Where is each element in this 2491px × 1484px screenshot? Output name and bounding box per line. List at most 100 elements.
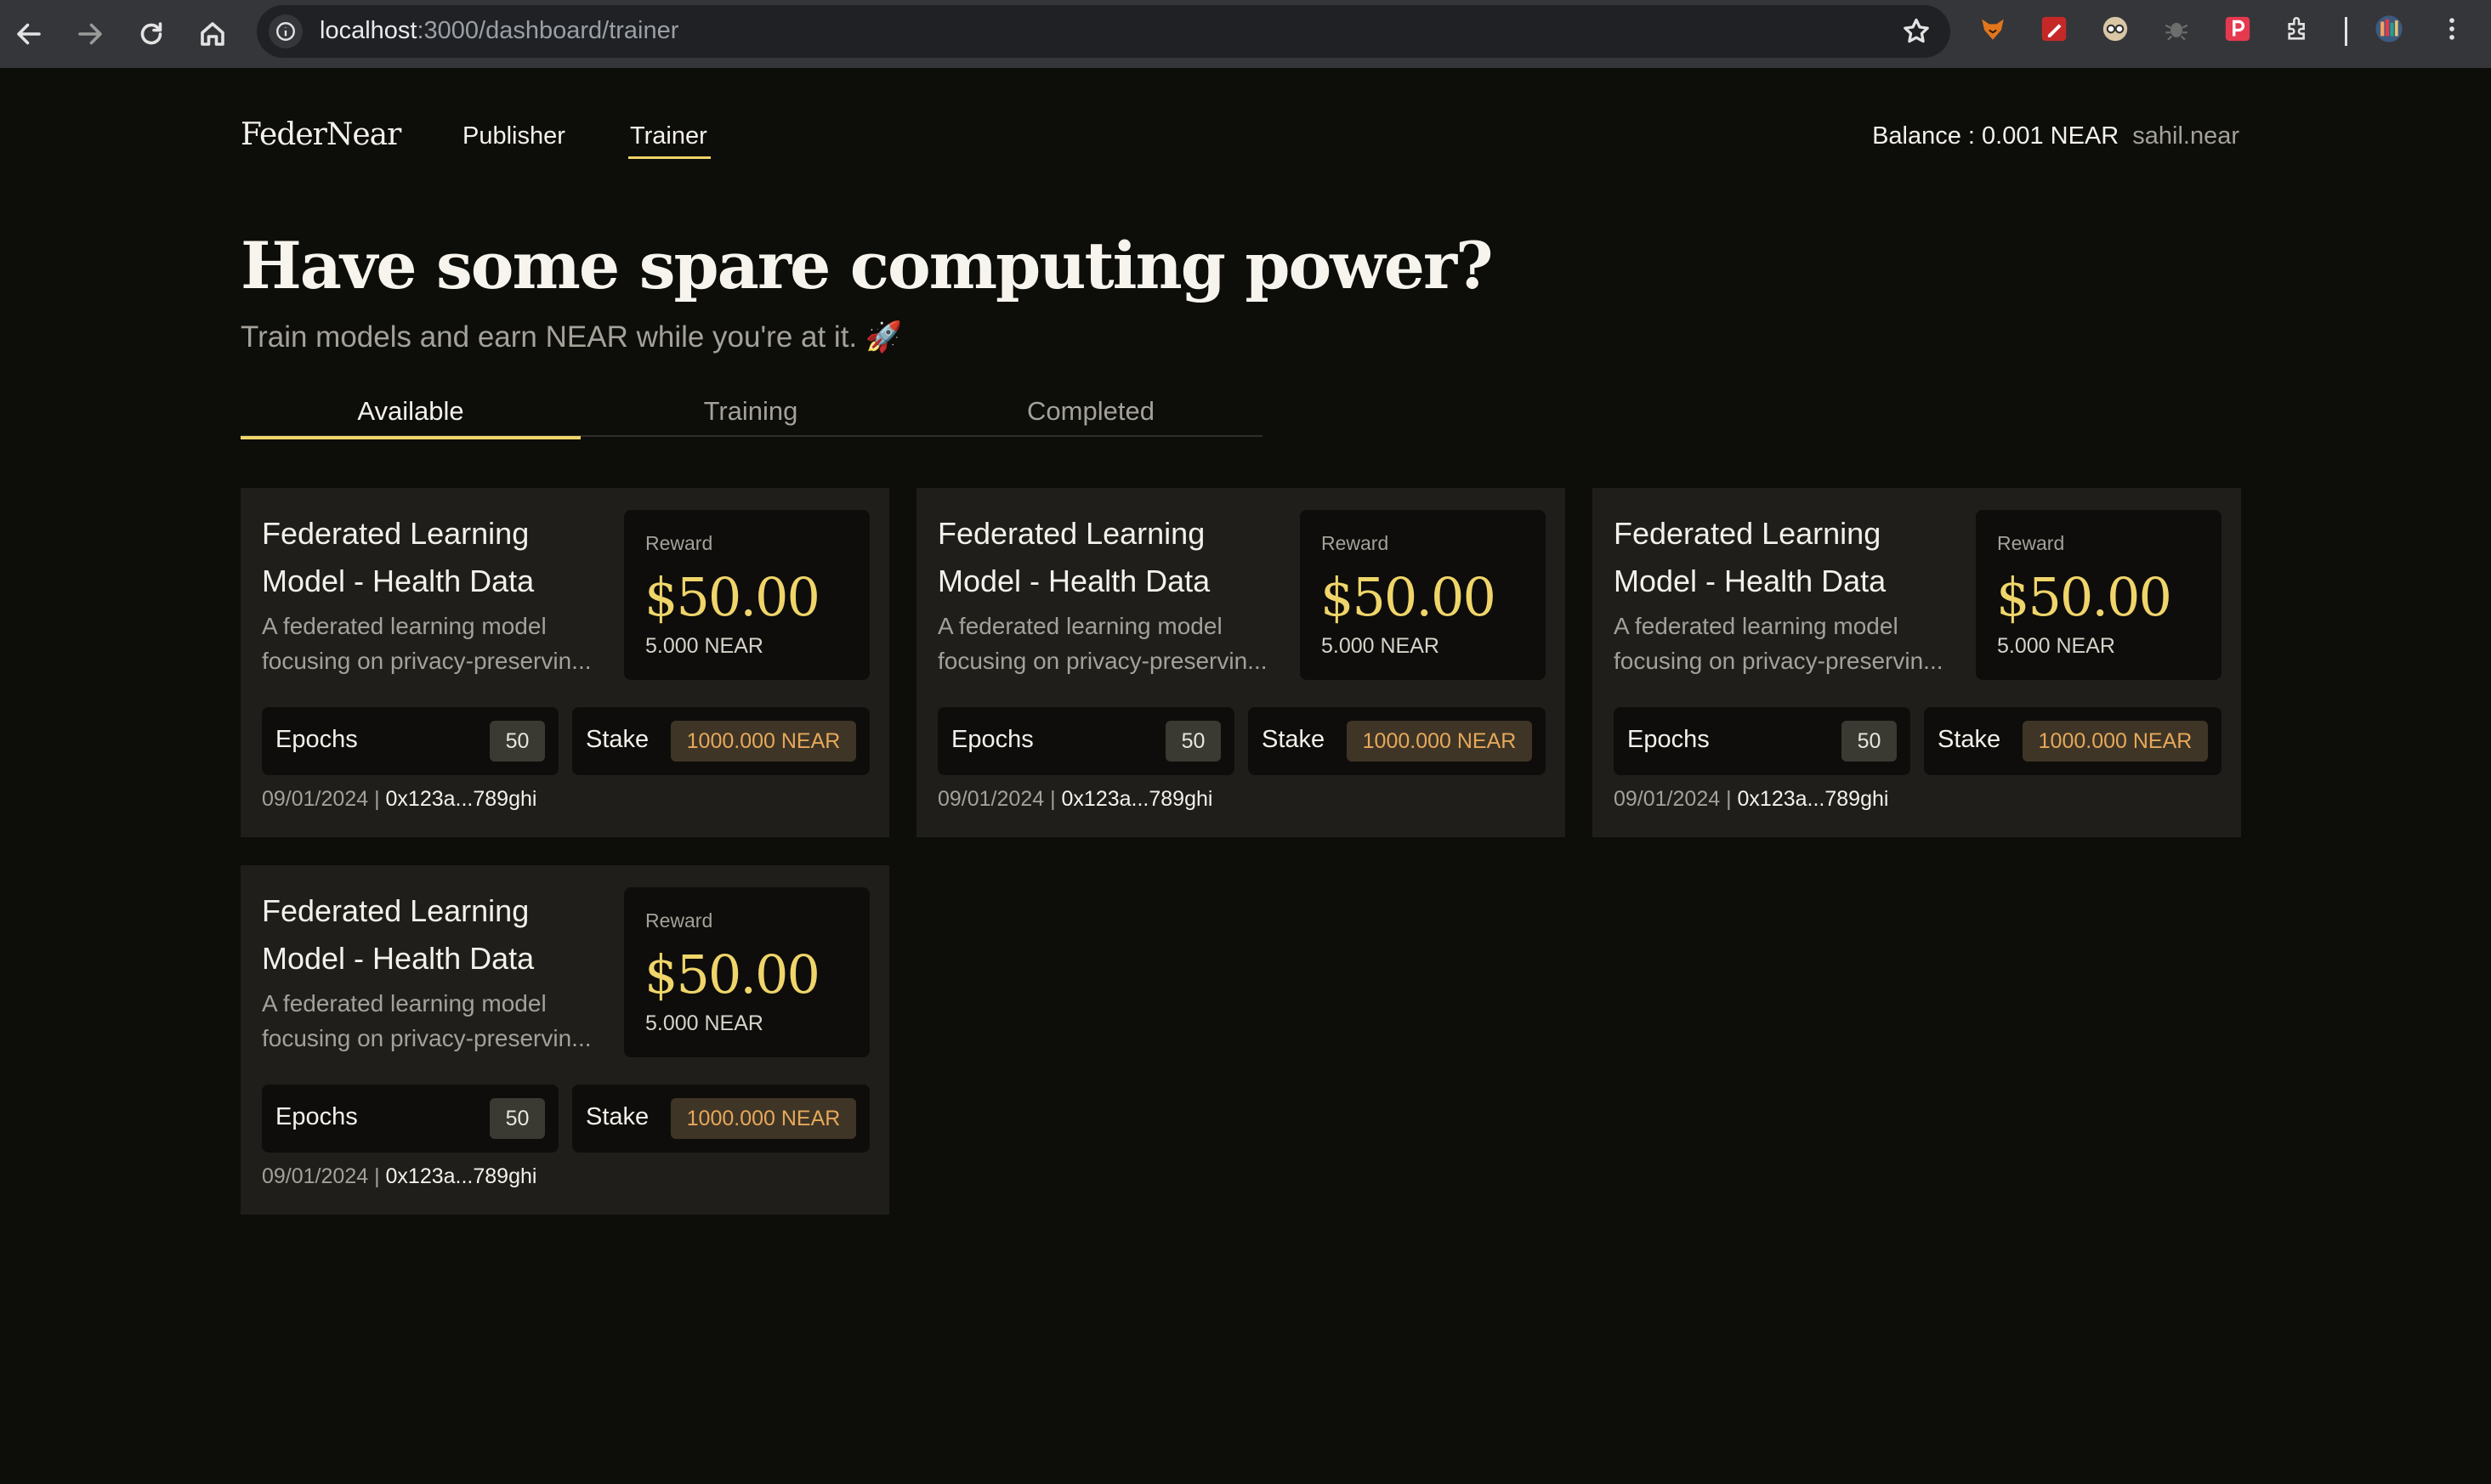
url-path: :3000/dashboard/trainer <box>417 17 679 44</box>
reward-near: 5.000 NEAR <box>645 1011 763 1035</box>
reload-button[interactable] <box>128 10 175 58</box>
red-pen-extension-icon[interactable] <box>2039 14 2069 44</box>
job-description: A federated learning model focusing on p… <box>1614 609 1958 678</box>
epochs-stat: Epochs 50 <box>262 707 559 775</box>
epochs-badge: 50 <box>1166 721 1221 762</box>
job-hash[interactable]: 0x123a...789ghi <box>1738 787 1889 811</box>
job-card[interactable]: Federated Learning Model - Health Data A… <box>1592 488 2241 837</box>
reward-label: Reward <box>1321 532 1389 554</box>
glasses-extension-icon[interactable] <box>2100 14 2131 44</box>
nav-trainer[interactable]: Trainer <box>628 122 711 159</box>
job-description-line: focusing on privacy-preservin... <box>938 648 1268 674</box>
job-meta: 09/01/2024 | 0x123a...789ghi <box>1614 787 1888 812</box>
nav-publisher[interactable]: Publisher <box>462 122 565 150</box>
arrow-right-icon <box>78 23 102 45</box>
meta-separator: | <box>368 1164 386 1188</box>
trainer-dashboard: FederNear Publisher Trainer Balance : 0.… <box>0 68 2491 1484</box>
reward-usd: $50.00 <box>1996 566 2172 628</box>
job-hash[interactable]: 0x123a...789ghi <box>1062 787 1213 811</box>
job-description: A federated learning model focusing on p… <box>262 609 606 678</box>
reward-usd: $50.00 <box>644 943 820 1005</box>
job-description: A federated learning model focusing on p… <box>262 986 606 1056</box>
account-id[interactable]: sahil.near <box>2132 122 2239 150</box>
back-button[interactable] <box>5 10 53 58</box>
info-icon <box>276 22 295 41</box>
address-bar[interactable]: localhost:3000/dashboard/trainer <box>257 5 1950 58</box>
epochs-badge: 50 <box>1841 721 1897 762</box>
job-title: Federated Learning Model - Health Data <box>262 516 535 598</box>
tab-completed[interactable]: Completed <box>921 396 1261 437</box>
epochs-label: Epochs <box>275 1103 358 1130</box>
status-tabs: Available Training Completed <box>241 396 1263 439</box>
reward-label: Reward <box>1997 532 2065 554</box>
reward-near: 5.000 NEAR <box>1997 634 2115 658</box>
epochs-label: Epochs <box>1627 726 1710 753</box>
tab-available[interactable]: Available <box>241 396 581 439</box>
stake-label: Stake <box>586 1103 650 1130</box>
epochs-label: Epochs <box>275 726 358 753</box>
meta-separator: | <box>1720 787 1738 811</box>
bug-extension-icon[interactable] <box>2161 14 2192 44</box>
job-description-line: A federated learning model <box>938 613 1223 639</box>
home-button[interactable] <box>189 10 236 58</box>
toolbar-divider <box>2345 17 2347 46</box>
stake-label: Stake <box>1262 726 1325 753</box>
job-description-line: focusing on privacy-preservin... <box>262 1025 592 1051</box>
epochs-label: Epochs <box>951 726 1034 753</box>
reward-usd: $50.00 <box>644 566 820 628</box>
job-card[interactable]: Federated Learning Model - Health Data A… <box>241 865 889 1215</box>
url-host: localhost <box>320 17 417 44</box>
forward-button[interactable] <box>66 10 114 58</box>
epochs-badge: 50 <box>490 1098 545 1139</box>
job-description-line: focusing on privacy-preservin... <box>1614 648 1943 674</box>
brand-logo[interactable]: FederNear <box>241 117 401 152</box>
reward-label: Reward <box>645 909 713 932</box>
stake-badge: 1000.000 NEAR <box>2023 721 2208 762</box>
job-date: 09/01/2024 <box>262 787 369 811</box>
bookmark-button[interactable] <box>1901 16 1932 47</box>
kebab-menu-icon[interactable] <box>2437 14 2467 44</box>
puzzle-extensions-icon[interactable] <box>2284 14 2314 44</box>
page-subtitle: Train models and earn NEAR while you're … <box>241 320 903 354</box>
reward-box: Reward $50.00 5.000 NEAR <box>624 510 870 680</box>
job-title: Federated Learning Model - Health Data <box>1614 516 1887 598</box>
job-meta: 09/01/2024 | 0x123a...789ghi <box>262 787 536 812</box>
fox-extension-icon[interactable] <box>1977 14 2008 44</box>
arrow-left-icon <box>17 23 41 45</box>
job-date: 09/01/2024 <box>1614 787 1721 811</box>
job-meta: 09/01/2024 | 0x123a...789ghi <box>262 1164 536 1189</box>
job-hash[interactable]: 0x123a...789ghi <box>386 1164 537 1188</box>
job-date: 09/01/2024 <box>262 1164 369 1188</box>
job-description-line: A federated learning model <box>262 613 547 639</box>
tab-training[interactable]: Training <box>581 396 921 437</box>
job-description-line: A federated learning model <box>262 990 547 1017</box>
red-p-extension-icon[interactable] <box>2222 14 2253 44</box>
job-description-line: focusing on privacy-preservin... <box>262 648 592 674</box>
home-icon <box>201 22 224 46</box>
reload-icon <box>140 22 162 45</box>
reward-label: Reward <box>645 532 713 554</box>
url-text[interactable]: localhost:3000/dashboard/trainer <box>320 17 678 45</box>
browser-toolbar: localhost:3000/dashboard/trainer <box>0 0 2491 68</box>
job-title: Federated Learning Model - Health Data <box>938 516 1211 598</box>
meta-separator: | <box>368 787 386 811</box>
job-date: 09/01/2024 <box>938 787 1045 811</box>
job-card[interactable]: Federated Learning Model - Health Data A… <box>241 488 889 837</box>
stake-badge: 1000.000 NEAR <box>671 721 856 762</box>
stake-label: Stake <box>1938 726 2001 753</box>
job-hash[interactable]: 0x123a...789ghi <box>386 787 537 811</box>
site-info-button[interactable] <box>269 14 303 48</box>
job-card[interactable]: Federated Learning Model - Health Data A… <box>916 488 1565 837</box>
stake-stat: Stake 1000.000 NEAR <box>572 1085 870 1153</box>
job-title: Federated Learning Model - Health Data <box>262 893 535 976</box>
stake-label: Stake <box>586 726 650 753</box>
meta-separator: | <box>1044 787 1062 811</box>
job-description-line: A federated learning model <box>1614 613 1898 639</box>
stake-badge: 1000.000 NEAR <box>671 1098 856 1139</box>
job-meta: 09/01/2024 | 0x123a...789ghi <box>938 787 1212 812</box>
stake-stat: Stake 1000.000 NEAR <box>1248 707 1546 775</box>
star-icon <box>1904 18 1929 43</box>
epochs-stat: Epochs 50 <box>938 707 1234 775</box>
reward-box: Reward $50.00 5.000 NEAR <box>1300 510 1546 680</box>
profile-avatar-icon[interactable] <box>2374 14 2404 44</box>
